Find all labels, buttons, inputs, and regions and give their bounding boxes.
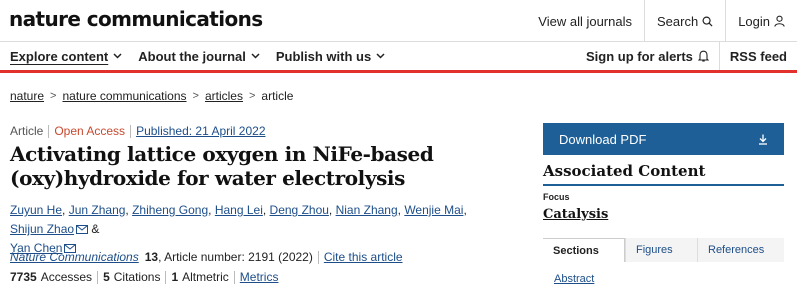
volume-number: 13	[144, 250, 159, 264]
sign-up-alerts-link[interactable]: Sign up for alerts	[576, 49, 719, 64]
journal-link[interactable]: Nature Communications	[10, 250, 139, 264]
metrics-link[interactable]: Metrics	[240, 270, 279, 284]
download-pdf-label: Download PDF	[559, 131, 647, 147]
article-number: , Article number: 2191 (2022)	[158, 250, 313, 264]
associated-content-heading: Associated Content	[543, 162, 784, 186]
citations-count: 5	[103, 270, 110, 284]
article-meta: Article Open Access Published: 21 April …	[10, 124, 266, 138]
chevron-right-icon: >	[248, 90, 256, 102]
nav-actions: Sign up for alerts RSS feed	[576, 42, 797, 70]
author-link[interactable]: Zhiheng Gong	[132, 203, 208, 217]
author-ampersand: &	[91, 222, 100, 236]
search-label: Search	[656, 13, 699, 29]
focus-collection-link[interactable]: Catalysis	[543, 207, 608, 222]
altmetric-count: 1	[171, 270, 179, 284]
download-pdf-button[interactable]: Download PDF	[543, 123, 784, 155]
published-date-link[interactable]: Published: 21 April 2022	[136, 124, 265, 138]
site-logo[interactable]: nature communications	[9, 7, 263, 31]
author-link[interactable]: Deng Zhou	[270, 203, 329, 217]
article-title-line-2: (oxy)hydroxide for water electrolysis	[10, 166, 405, 190]
author-link[interactable]: Nian Zhang	[336, 203, 398, 217]
author-link[interactable]: Wenjie Mai	[404, 203, 463, 217]
author-link[interactable]: Hang Lei	[215, 203, 263, 217]
search-button[interactable]: Search	[645, 0, 725, 42]
nav-publish-label: Publish with us	[275, 48, 372, 64]
login-label: Login	[738, 13, 770, 29]
nav-menu: Explore content About the journal Publis…	[10, 42, 385, 70]
citations-label: Citations	[113, 270, 161, 284]
sign-up-alerts-label: Sign up for alerts	[586, 48, 693, 64]
divider	[233, 270, 235, 284]
view-all-journals-label: View all journals	[538, 13, 632, 29]
chevron-down-icon	[251, 53, 260, 59]
main-nav: Explore content About the journal Publis…	[0, 42, 797, 73]
chevron-down-icon	[376, 53, 385, 59]
nav-about-journal-label: About the journal	[138, 48, 246, 64]
nav-about-journal[interactable]: About the journal	[138, 49, 260, 64]
author-link[interactable]: Jun Zhang	[69, 203, 126, 217]
mail-icon[interactable]	[76, 225, 89, 234]
nav-explore-content-label: Explore content	[10, 48, 109, 64]
tab-sections[interactable]: Sections	[543, 238, 625, 262]
breadcrumb-item-articles[interactable]: articles	[205, 89, 243, 103]
user-icon	[774, 15, 785, 27]
nav-explore-content[interactable]: Explore content	[10, 49, 122, 64]
download-icon	[759, 134, 767, 145]
chevron-right-icon: >	[192, 90, 199, 102]
article-type: Article	[10, 124, 44, 138]
tab-figures[interactable]: Figures	[625, 238, 697, 262]
header-links: View all journals Search Login	[526, 0, 797, 42]
login-button[interactable]: Login	[726, 0, 797, 42]
accesses-count: 7735	[10, 270, 37, 284]
cite-this-article-link[interactable]: Cite this article	[324, 250, 403, 264]
citation-line: Nature Communications 13 , Article numbe…	[10, 250, 403, 264]
accesses-label: Accesses	[40, 270, 93, 284]
divider	[165, 270, 167, 284]
rss-feed-link[interactable]: RSS feed	[720, 49, 797, 64]
breadcrumb-item-nature[interactable]: nature	[10, 89, 44, 103]
article-metrics: 7735 Accesses 5 Citations 1 Altmetric Me…	[10, 270, 278, 284]
divider	[48, 124, 50, 138]
chevron-down-icon	[113, 53, 122, 59]
divider	[97, 270, 99, 284]
breadcrumb: nature > nature communications > article…	[10, 89, 293, 103]
bell-icon	[697, 50, 709, 62]
nav-publish-with-us[interactable]: Publish with us	[276, 49, 385, 64]
altmetric-label: Altmetric	[182, 270, 229, 284]
view-all-journals-link[interactable]: View all journals	[526, 0, 644, 42]
rss-feed-label: RSS feed	[729, 48, 787, 64]
chevron-right-icon: >	[50, 90, 57, 102]
divider	[130, 124, 132, 138]
section-link-abstract[interactable]: Abstract	[554, 273, 594, 285]
article-title: Activating lattice oxygen in NiFe-based …	[10, 142, 450, 190]
article-title-line-1: Activating lattice oxygen in NiFe-based	[10, 142, 434, 166]
open-access-badge: Open Access	[54, 124, 126, 138]
sidebar-tabs: Sections Figures References	[543, 238, 784, 262]
divider	[317, 250, 319, 264]
breadcrumb-item-journal[interactable]: nature communications	[62, 89, 186, 103]
breadcrumb-current: article	[261, 89, 294, 103]
author-link[interactable]: Shijun Zhao	[10, 222, 74, 236]
tab-references[interactable]: References	[697, 238, 784, 262]
author-link[interactable]: Zuyun He	[10, 203, 62, 217]
search-icon	[702, 16, 713, 27]
focus-label: Focus	[543, 192, 570, 202]
top-header: nature communications View all journals …	[0, 0, 797, 42]
